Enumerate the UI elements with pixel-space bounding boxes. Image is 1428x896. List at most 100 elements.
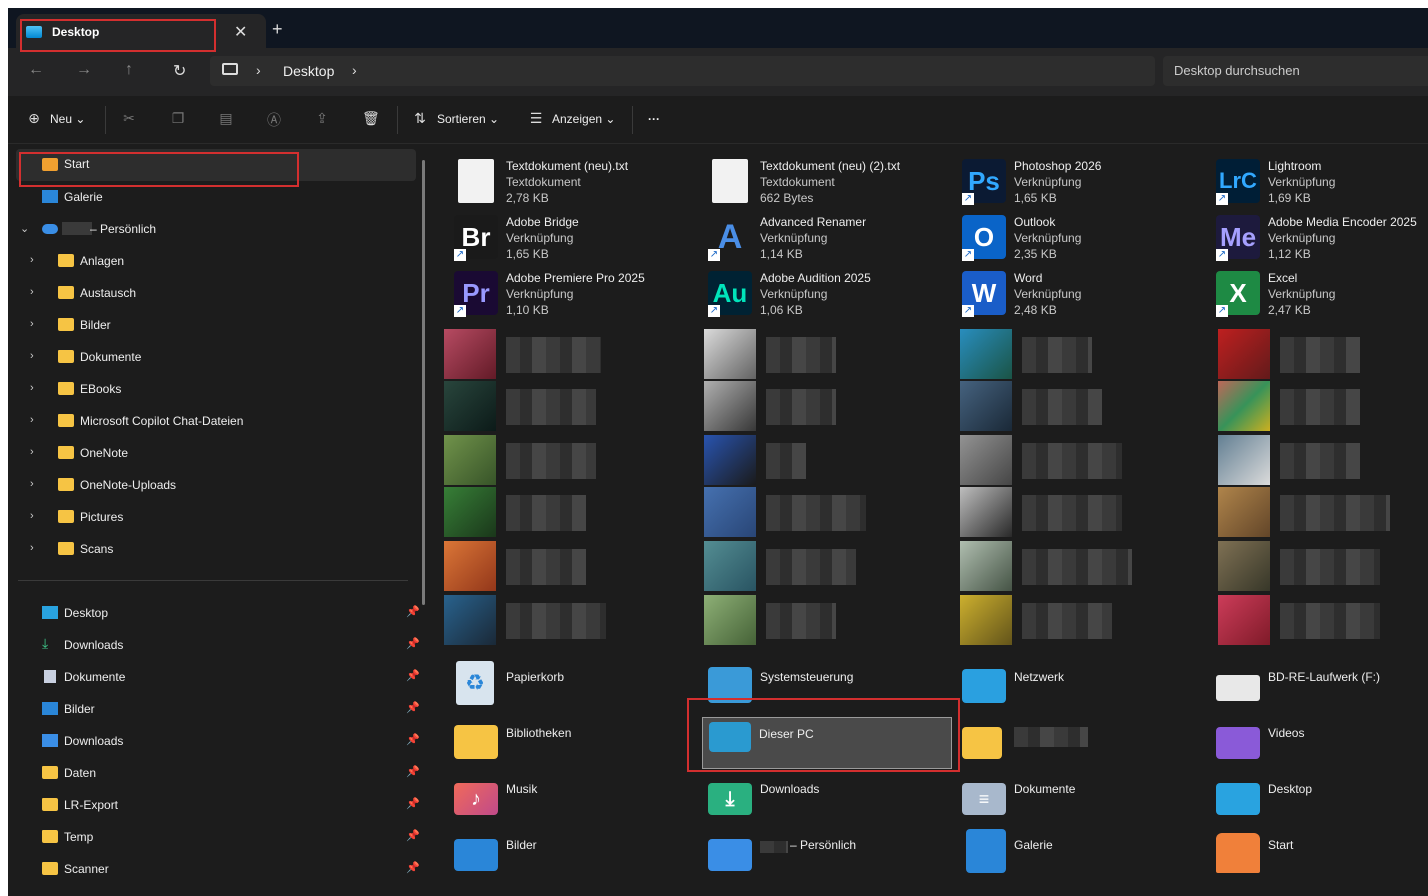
new-tab-button[interactable]: + <box>272 19 283 40</box>
share-icon[interactable]: ⇪ <box>314 110 330 126</box>
network-item[interactable]: Netzwerk <box>942 657 1192 711</box>
quick-access-documents[interactable]: Dokumente 📌 <box>16 661 420 693</box>
chevron-right-icon[interactable]: › <box>30 510 34 522</box>
cut-icon[interactable]: ✂ <box>121 110 137 126</box>
folder-icon <box>58 542 74 555</box>
sidebar-item-onedrive[interactable]: ⌄ – Persönlich <box>8 213 408 245</box>
file-item[interactable]: Ps ↗ Photoshop 2026 Verknüpfung 1,65 KB <box>942 155 1192 209</box>
delete-icon[interactable]: 🗑 <box>362 110 380 126</box>
downloads-item[interactable]: ⤓ Downloads <box>688 769 938 823</box>
more-button[interactable]: ··· <box>648 112 660 126</box>
network-icon <box>962 669 1006 703</box>
file-item[interactable]: W ↗ Word Verknüpfung 2,48 KB <box>942 267 1192 321</box>
close-tab-button[interactable]: ✕ <box>234 22 247 42</box>
sidebar-item-folder[interactable]: › Microsoft Copilot Chat-Dateien <box>16 405 416 437</box>
paste-icon[interactable]: ▤ <box>218 110 234 126</box>
chevron-right-icon[interactable]: › <box>30 446 34 458</box>
pin-icon[interactable]: 📌 <box>406 829 420 842</box>
quick-access-temp[interactable]: Temp 📌 <box>16 821 420 853</box>
onedrive-item[interactable]: – Persönlich <box>688 825 938 879</box>
quick-access-downloads[interactable]: ⤓ Downloads 📌 <box>16 629 420 661</box>
chevron-right-icon[interactable]: › <box>30 414 34 426</box>
chevron-right-icon[interactable]: › <box>30 382 34 394</box>
chevron-right-icon[interactable]: › <box>30 478 34 490</box>
start-item[interactable]: Start <box>1196 825 1428 879</box>
redacted-folder-item[interactable] <box>942 713 1192 767</box>
pin-icon[interactable]: 📌 <box>406 605 420 618</box>
chevron-right-icon[interactable]: › <box>256 62 261 78</box>
chevron-right-icon[interactable]: › <box>30 254 34 266</box>
folder-icon <box>58 350 74 363</box>
sidebar-item-folder[interactable]: › Austausch <box>16 277 416 309</box>
pin-icon[interactable]: 📌 <box>406 733 420 746</box>
quick-access-downloads-2[interactable]: Downloads 📌 <box>16 725 420 757</box>
back-button[interactable]: ← <box>28 61 44 79</box>
sidebar-item-folder[interactable]: › Pictures <box>16 501 416 533</box>
file-name: Word <box>1014 271 1043 285</box>
sidebar-item-folder[interactable]: › Anlagen <box>16 245 416 277</box>
copy-icon[interactable]: ❐ <box>170 110 186 126</box>
chevron-right-icon[interactable]: › <box>30 318 34 330</box>
quick-access-pictures[interactable]: Bilder 📌 <box>16 693 420 725</box>
refresh-button[interactable]: ↻ <box>173 61 186 81</box>
libraries-item[interactable]: Bibliotheken <box>434 713 684 767</box>
sidebar-item-folder[interactable]: › Dokumente <box>16 341 416 373</box>
file-item[interactable]: O ↗ Outlook Verknüpfung 2,35 KB <box>942 211 1192 265</box>
chevron-right-icon[interactable]: › <box>30 286 34 298</box>
pin-icon[interactable]: 📌 <box>406 669 420 682</box>
pictures-item[interactable]: Bilder <box>434 825 684 879</box>
search-input[interactable]: Desktop durchsuchen <box>1163 56 1428 86</box>
file-item[interactable]: Textdokument (neu) (2).txt Textdokument … <box>688 155 938 209</box>
file-size: 1,10 KB <box>506 303 549 317</box>
sidebar-scrollbar[interactable] <box>422 160 425 605</box>
sidebar-item-folder[interactable]: › Bilder <box>16 309 416 341</box>
sort-button[interactable]: Sortieren ⌄ <box>437 112 499 126</box>
chevron-right-icon[interactable]: › <box>352 62 357 78</box>
chevron-down-icon[interactable]: ⌄ <box>20 222 29 235</box>
redacted-icon <box>960 435 1012 485</box>
bd-drive-item[interactable]: BD-RE-Laufwerk (F:) <box>1196 657 1428 711</box>
file-size: 2,78 KB <box>506 191 549 205</box>
quick-access-daten[interactable]: Daten 📌 <box>16 757 420 789</box>
redacted-icon <box>1218 381 1270 431</box>
sidebar-label: EBooks <box>80 382 122 396</box>
new-button[interactable]: Neu ⌄ <box>50 112 85 126</box>
music-item[interactable]: ♪ Musik <box>434 769 684 823</box>
breadcrumb-desktop[interactable]: Desktop <box>283 63 334 79</box>
sidebar-item-folder[interactable]: › OneNote-Uploads <box>16 469 416 501</box>
gallery-item[interactable]: Galerie <box>942 825 1192 879</box>
file-size: 662 Bytes <box>760 191 814 205</box>
quick-access-scanner[interactable]: Scanner 📌 <box>16 853 420 885</box>
chevron-right-icon[interactable]: › <box>30 542 34 554</box>
pin-icon[interactable]: 📌 <box>406 797 420 810</box>
file-item[interactable]: Au ↗ Adobe Audition 2025 Verknüpfung 1,0… <box>688 267 938 321</box>
file-item[interactable]: LrC ↗ Lightroom Verknüpfung 1,69 KB <box>1196 155 1428 209</box>
recycle-bin-item[interactable]: ♻ Papierkorb <box>434 657 684 711</box>
quick-access-lr-export[interactable]: LR-Export 📌 <box>16 789 420 821</box>
breadcrumb[interactable]: › Desktop › <box>210 56 1155 86</box>
pin-icon[interactable]: 📌 <box>406 637 420 650</box>
forward-button[interactable]: → <box>76 61 92 79</box>
chevron-right-icon[interactable]: › <box>30 350 34 362</box>
file-item[interactable]: Textdokument (neu).txt Textdokument 2,78… <box>434 155 684 209</box>
pin-icon[interactable]: 📌 <box>406 701 420 714</box>
pin-icon[interactable]: 📌 <box>406 861 420 874</box>
file-item[interactable]: A ↗ Advanced Renamer Verknüpfung 1,14 KB <box>688 211 938 265</box>
documents-item[interactable]: ≡ Dokumente <box>942 769 1192 823</box>
quick-access-desktop[interactable]: Desktop 📌 <box>16 597 420 629</box>
sidebar-item-folder[interactable]: › EBooks <box>16 373 416 405</box>
redacted-text <box>1280 495 1390 531</box>
file-type: Textdokument <box>760 175 835 189</box>
view-button[interactable]: Anzeigen ⌄ <box>552 112 615 126</box>
file-item[interactable]: X ↗ Excel Verknüpfung 2,47 KB <box>1196 267 1428 321</box>
sidebar-item-folder[interactable]: › OneNote <box>16 437 416 469</box>
file-item[interactable]: Me ↗ Adobe Media Encoder 2025 Verknüpfun… <box>1196 211 1428 265</box>
sidebar-item-folder[interactable]: › Scans <box>16 533 416 565</box>
up-button[interactable]: ↑ <box>125 61 133 79</box>
videos-item[interactable]: Videos <box>1196 713 1428 767</box>
rename-icon[interactable]: Ⓐ <box>266 110 282 128</box>
file-item[interactable]: Br ↗ Adobe Bridge Verknüpfung 1,65 KB <box>434 211 684 265</box>
desktop-folder-item[interactable]: Desktop <box>1196 769 1428 823</box>
pin-icon[interactable]: 📌 <box>406 765 420 778</box>
file-item[interactable]: Pr ↗ Adobe Premiere Pro 2025 Verknüpfung… <box>434 267 684 321</box>
